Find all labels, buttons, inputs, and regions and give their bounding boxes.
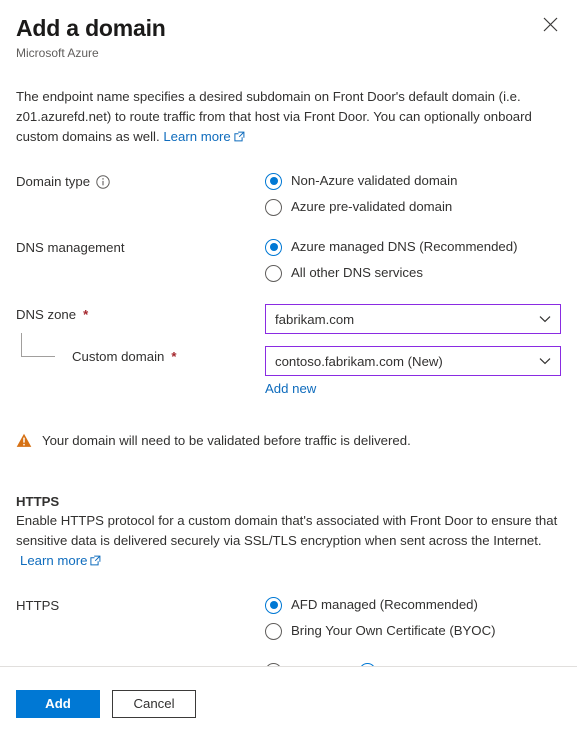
external-link-icon	[90, 552, 101, 572]
radio-afd-managed[interactable]: AFD managed (Recommended)	[265, 595, 561, 615]
https-section: HTTPS Enable HTTPS protocol for a custom…	[16, 492, 561, 572]
page-title: Add a domain	[16, 15, 166, 41]
radio-mark	[265, 596, 282, 614]
panel-body: The endpoint name specifies a desired su…	[0, 87, 577, 682]
required-marker: *	[171, 349, 177, 364]
domain-type-label-group: Domain type	[16, 171, 265, 192]
https-section-description: Enable HTTPS protocol for a custom domai…	[16, 513, 558, 548]
dns-zone-value: fabrikam.com	[275, 311, 355, 327]
intro-text: The endpoint name specifies a desired su…	[16, 89, 532, 144]
custom-domain-select[interactable]: contoso.fabrikam.com (New)	[265, 346, 561, 376]
radio-azure-managed-dns[interactable]: Azure managed DNS (Recommended)	[265, 237, 561, 257]
dns-zone-label-group: DNS zone *	[16, 304, 265, 325]
https-learn-more-wrapper: Learn more	[16, 551, 561, 572]
close-icon	[543, 17, 558, 32]
external-link-icon	[234, 128, 245, 148]
add-button[interactable]: Add	[16, 690, 100, 718]
domain-type-row: Domain type Non-Azure validated domain A…	[16, 171, 561, 217]
custom-domain-row: Custom domain * contoso.fabrikam.com (New…	[16, 333, 561, 398]
radio-mark	[265, 264, 282, 282]
radio-mark	[265, 238, 282, 256]
panel-subtitle: Microsoft Azure	[16, 46, 99, 60]
validation-warning: Your domain will need to be validated be…	[16, 431, 561, 453]
add-new-wrapper: Add new	[265, 380, 561, 398]
radio-mark	[265, 198, 282, 216]
https-section-heading: HTTPS	[16, 494, 60, 509]
radio-non-azure-validated-domain[interactable]: Non-Azure validated domain	[265, 171, 561, 191]
radio-mark	[265, 172, 282, 190]
domain-type-radio-group: Non-Azure validated domain Azure pre-val…	[265, 171, 561, 217]
dns-management-control: Azure managed DNS (Recommended) All othe…	[265, 237, 561, 283]
dns-management-radio-group: Azure managed DNS (Recommended) All othe…	[265, 237, 561, 283]
domain-type-control: Non-Azure validated domain Azure pre-val…	[265, 171, 561, 217]
dns-zone-select[interactable]: fabrikam.com	[265, 304, 561, 334]
dns-management-row: DNS management Azure managed DNS (Recomm…	[16, 237, 561, 283]
custom-domain-value: contoso.fabrikam.com (New)	[275, 353, 443, 369]
https-radio-group: AFD managed (Recommended) Bring Your Own…	[265, 595, 561, 641]
dns-management-label: DNS management	[16, 240, 125, 255]
chevron-down-icon	[538, 357, 552, 365]
panel-header: Add a domain Microsoft Azure	[0, 0, 577, 61]
cancel-button[interactable]: Cancel	[112, 690, 196, 718]
add-new-link[interactable]: Add new	[265, 381, 316, 396]
tree-connector	[21, 333, 55, 357]
info-icon[interactable]	[96, 175, 110, 189]
radio-azure-pre-validated-domain[interactable]: Azure pre-validated domain	[265, 197, 561, 217]
domain-type-label: Domain type	[16, 174, 91, 189]
https-row: HTTPS AFD managed (Recommended) Bring Yo…	[16, 595, 561, 641]
https-label: HTTPS	[16, 598, 60, 613]
required-marker: *	[83, 307, 89, 322]
dns-zone-control: fabrikam.com	[265, 304, 561, 334]
radio-bring-your-own-certificate[interactable]: Bring Your Own Certificate (BYOC)	[265, 621, 561, 641]
warning-triangle-icon	[16, 433, 32, 453]
intro-paragraph: The endpoint name specifies a desired su…	[16, 87, 561, 148]
custom-domain-control: contoso.fabrikam.com (New) Add new	[265, 346, 561, 398]
intro-learn-more-link[interactable]: Learn more	[163, 129, 245, 144]
panel-footer: Add Cancel	[0, 666, 577, 731]
dns-zone-label: DNS zone	[16, 307, 77, 322]
custom-domain-label: Custom domain	[72, 349, 165, 364]
warning-text: Your domain will need to be validated be…	[42, 433, 411, 448]
chevron-down-icon	[538, 315, 552, 323]
radio-mark	[265, 622, 282, 640]
close-button[interactable]	[537, 11, 563, 37]
https-control: AFD managed (Recommended) Bring Your Own…	[265, 595, 561, 641]
radio-all-other-dns-services[interactable]: All other DNS services	[265, 263, 561, 283]
https-learn-more-link[interactable]: Learn more	[20, 553, 101, 568]
dns-zone-row: DNS zone * fabrikam.com	[16, 304, 561, 334]
